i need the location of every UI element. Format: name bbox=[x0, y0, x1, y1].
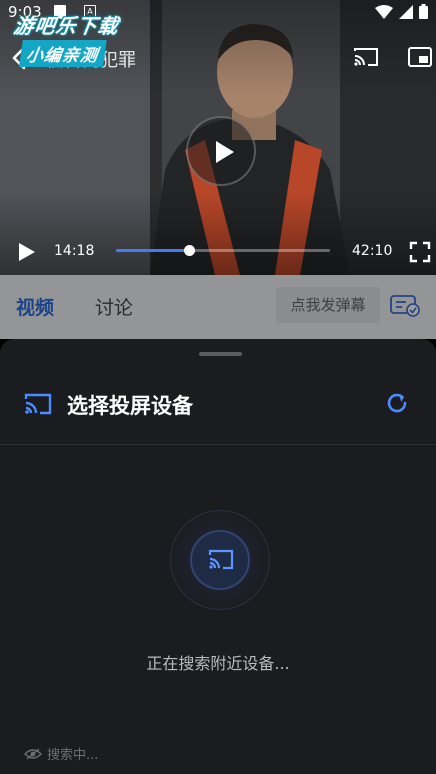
search-status: 搜索中... bbox=[24, 744, 98, 763]
cast-icon bbox=[208, 549, 234, 570]
play-icon bbox=[216, 141, 234, 163]
search-radar-core bbox=[190, 530, 250, 590]
picture-in-picture-icon[interactable] bbox=[406, 44, 434, 70]
play-button[interactable] bbox=[14, 240, 38, 264]
cast-device-sheet: 选择投屏设备 正在搜索附近设备... 搜索中... bbox=[0, 339, 436, 774]
status-icons bbox=[375, 4, 428, 19]
fullscreen-icon[interactable] bbox=[408, 240, 432, 264]
progress-bar[interactable] bbox=[116, 245, 330, 256]
watermark-line2: 小编亲测 bbox=[18, 40, 107, 67]
cast-icon bbox=[23, 391, 53, 417]
watermark: 游吧乐下载 小编亲测 bbox=[8, 10, 121, 67]
progress-fill bbox=[116, 249, 189, 252]
center-play-button[interactable] bbox=[186, 116, 256, 186]
refresh-icon[interactable] bbox=[384, 390, 410, 416]
cast-icon[interactable] bbox=[352, 44, 380, 70]
searching-message: 正在搜索附近设备... bbox=[146, 654, 290, 673]
progress-knob[interactable] bbox=[183, 245, 195, 256]
search-status-label: 搜索中... bbox=[47, 748, 99, 763]
total-time: 42:10 bbox=[352, 243, 393, 259]
battery-icon bbox=[419, 4, 428, 19]
current-time: 14:18 bbox=[54, 243, 95, 259]
sheet-drag-handle[interactable] bbox=[199, 352, 242, 356]
watermark-line1: 游吧乐下载 bbox=[12, 14, 121, 38]
backdrop-scrim[interactable] bbox=[0, 275, 436, 345]
sheet-title: 选择投屏设备 bbox=[67, 394, 193, 418]
play-icon bbox=[19, 243, 35, 261]
eye-icon bbox=[24, 747, 42, 760]
sheet-divider bbox=[0, 444, 436, 445]
signal-icon bbox=[399, 4, 413, 19]
wifi-icon bbox=[375, 4, 393, 19]
